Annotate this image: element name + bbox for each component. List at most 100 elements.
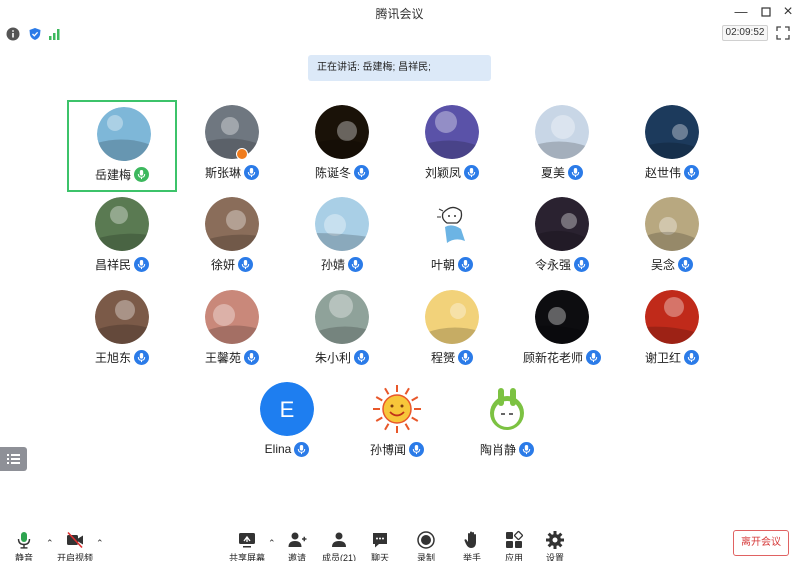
participant-name-row: 朱小利 [287, 348, 397, 366]
avatar [95, 197, 149, 251]
participant-tile[interactable]: 孙婧 [287, 192, 397, 284]
avatar [95, 290, 149, 344]
microphone-icon [574, 256, 589, 272]
participant-tile[interactable]: 陶肖静 [452, 377, 562, 469]
participant-tile[interactable]: 孙博闻 [342, 377, 452, 469]
list-icon [7, 454, 20, 464]
add-person-icon [288, 532, 307, 547]
microphone-icon [348, 256, 363, 272]
participant-name: 昌祥民 [94, 257, 131, 272]
invite-label: 邀请 [287, 553, 306, 561]
avatar [645, 290, 699, 344]
participant-name-row: 孙婧 [287, 255, 397, 273]
microphone-icon [134, 349, 149, 365]
participant-tile[interactable]: 昌祥民 [67, 192, 177, 284]
raise-hand-button[interactable]: 举手 [460, 530, 484, 561]
settings-button[interactable]: 设置 [543, 530, 567, 561]
record-label: 录制 [416, 553, 435, 561]
participant-tile[interactable]: 赵世伟 [617, 100, 727, 192]
microphone-icon [409, 441, 424, 457]
participant-name-row: 程赟 [397, 348, 507, 366]
participant-tile[interactable]: 程赟 [397, 285, 507, 377]
bottom-toolbar: 静音 ⌃ 开启视频 ⌃ 共享屏幕 ⌃ 邀请 成员(21) 聊天 录制 举手 应用… [0, 525, 799, 561]
participant-tile[interactable]: 徐妍 [177, 192, 287, 284]
microphone-icon [244, 349, 259, 365]
participant-name: 朱小利 [314, 350, 351, 365]
participant-name: 岳建梅 [94, 167, 131, 182]
participant-tile[interactable]: 叶朝 [397, 192, 507, 284]
participant-name: 叶朝 [430, 257, 455, 272]
apps-label: 应用 [504, 553, 523, 561]
participant-tile[interactable]: 陈诞冬 [287, 100, 397, 192]
avatar [97, 107, 151, 161]
microphone-icon [354, 164, 369, 180]
participant-name-row: 王旭东 [67, 348, 177, 366]
participant-tile[interactable]: 朱小利 [287, 285, 397, 377]
share-options-caret[interactable]: ⌃ [268, 539, 276, 548]
avatar: E [260, 382, 314, 436]
participant-name-row: 叶朝 [397, 255, 507, 273]
record-button[interactable]: 录制 [414, 530, 438, 561]
invite-button[interactable]: 邀请 [284, 530, 310, 561]
avatar [425, 290, 479, 344]
microphone-icon [684, 349, 699, 365]
share-screen-button[interactable]: 共享屏幕 [229, 530, 265, 561]
participant-tile[interactable]: 王馨苑 [177, 285, 287, 377]
side-panel-toggle[interactable] [0, 447, 27, 471]
video-button[interactable]: 开启视频 [57, 530, 93, 561]
apps-icon [506, 531, 523, 548]
avatar [315, 105, 369, 159]
avatar [645, 197, 699, 251]
participant-tile[interactable]: 顾新花老师 [507, 285, 617, 377]
leave-meeting-button[interactable]: 离开会议 [733, 530, 789, 556]
chat-label: 聊天 [370, 553, 389, 561]
participant-name-row: 刘颖凤 [397, 163, 507, 181]
video-options-caret[interactable]: ⌃ [96, 539, 104, 548]
participant-name-row: 陶肖静 [452, 440, 562, 458]
members-icon [332, 532, 346, 547]
raise-hand-label: 举手 [462, 553, 481, 561]
participant-tile[interactable]: 刘颖凤 [397, 100, 507, 192]
chat-button[interactable]: 聊天 [368, 530, 392, 561]
microphone-icon [134, 256, 149, 272]
avatar [205, 105, 259, 159]
participant-tile[interactable]: 王旭东 [67, 285, 177, 377]
avatar [480, 382, 534, 436]
participant-name: 谢卫红 [644, 350, 681, 365]
avatar [425, 105, 479, 159]
participant-name-row: 陈诞冬 [287, 163, 397, 181]
avatar [315, 197, 369, 251]
participant-tile[interactable]: 谢卫红 [617, 285, 727, 377]
settings-label: 设置 [545, 553, 564, 561]
participant-tile[interactable]: 令永强 [507, 192, 617, 284]
microphone-icon [458, 349, 473, 365]
mute-button[interactable]: 静音 [12, 530, 36, 561]
share-screen-icon [239, 533, 255, 548]
members-button[interactable]: 成员(21) [320, 530, 358, 561]
microphone-icon [678, 256, 693, 272]
avatar [425, 197, 479, 251]
participant-tile[interactable]: 吴念 [617, 192, 727, 284]
participant-tile[interactable]: E Elina [232, 377, 342, 469]
participant-name: 孙博闻 [369, 442, 406, 457]
members-label: 成员(21) [321, 553, 356, 561]
microphone-icon [294, 441, 310, 457]
participant-tile[interactable]: 斯张琳 [177, 100, 287, 192]
mute-options-caret[interactable]: ⌃ [46, 539, 54, 548]
apps-button[interactable]: 应用 [502, 530, 526, 561]
microphone-icon [684, 164, 699, 180]
participant-name-row: Elina [232, 440, 342, 458]
microphone-icon [238, 256, 253, 272]
avatar [370, 382, 424, 436]
microphone-icon [464, 164, 479, 180]
participant-name: 孙婧 [320, 257, 345, 272]
microphone-icon [244, 164, 259, 180]
participant-name: 顾新花老师 [522, 350, 583, 365]
participant-tile[interactable]: 岳建梅 [67, 100, 177, 192]
participant-name: 徐妍 [210, 257, 235, 272]
participant-name: 斯张琳 [204, 165, 241, 180]
avatar [535, 290, 589, 344]
microphone-icon [568, 164, 583, 180]
participant-tile[interactable]: 夏美 [507, 100, 617, 192]
participant-name-row: 谢卫红 [617, 348, 727, 366]
